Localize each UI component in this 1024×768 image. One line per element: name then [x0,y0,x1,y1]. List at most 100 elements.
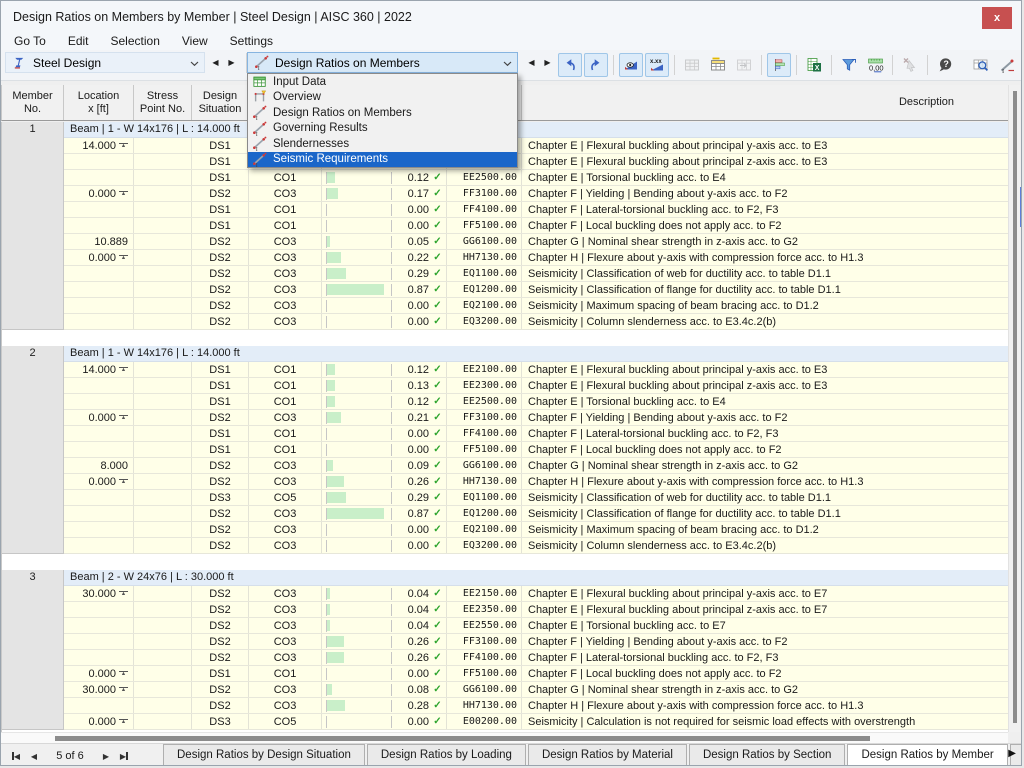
more-icon[interactable]: » [1021,53,1022,77]
dropdown-item-input-data[interactable]: Input Data [248,74,517,90]
delete-cursor-icon[interactable] [898,53,922,77]
member-number-cell[interactable]: 2 [2,346,64,554]
table-row[interactable]: DS1CO10.00✓FF5100.00Chapter F | Local bu… [64,218,1008,234]
cell-design-situation: DS1 [192,442,249,457]
table-row[interactable]: DS1CO10.00✓FF4100.00Chapter F | Lateral-… [64,426,1008,442]
table-row[interactable]: 30.000▲DS2CO30.08✓GG6100.00Chapter G | N… [64,682,1008,698]
table-row[interactable]: DS2CO30.87✓EQ1200.00Seismicity | Classif… [64,282,1008,298]
table-row[interactable]: DS1Chapter E | Flexural buckling about p… [64,154,1008,170]
ratio-value: 0.21 [392,412,429,424]
table-row[interactable]: DS2CO30.29✓EQ1100.00Seismicity | Classif… [64,266,1008,282]
module-prev-button[interactable]: ◀ [208,52,223,73]
svg-text:I: I [256,116,258,120]
result-diagram-icon[interactable] [767,53,791,77]
group-header-row[interactable]: Beam | 2 - W 24x76 | L : 30.000 ft [64,570,1008,586]
tab-design-ratios-by-loading[interactable]: Design Ratios by Loading [367,744,526,766]
table-row[interactable]: DS3CO50.29✓EQ1100.00Seismicity | Classif… [64,490,1008,506]
next-page-button[interactable]: ▶ [97,747,115,765]
tab-design-ratios-by-section[interactable]: Design Ratios by Section [689,744,845,766]
table-row[interactable]: 0.000▲DS2CO30.26✓HH7130.00Chapter H | Fl… [64,474,1008,490]
table-rows-icon[interactable] [706,53,730,77]
redo-icon[interactable] [584,53,608,77]
ratio-bar-track [326,380,392,392]
table-row[interactable]: 8.000DS2CO30.09✓GG6100.00Chapter G | Nom… [64,458,1008,474]
table-row[interactable]: DS2CO30.87✓EQ1200.00Seismicity | Classif… [64,506,1008,522]
view-results-icon[interactable] [619,53,643,77]
tab-design-ratios-by-member[interactable]: Design Ratios by Member [847,744,1007,766]
dropdown-item-seismic-requirements[interactable]: ISeismic Requirements [248,152,517,168]
table-row[interactable]: 30.000▲DS2CO30.04✓EE2150.00Chapter E | F… [64,586,1008,602]
table-row[interactable]: DS2CO30.04✓EE2550.00Chapter E | Torsiona… [64,618,1008,634]
module-next-button[interactable]: ▶ [224,52,239,73]
table-row[interactable]: 14.000▲DS1Chapter E | Flexural buckling … [64,138,1008,154]
extreme-marker-icon: ▲ [119,143,128,149]
table-row[interactable]: DS2CO30.28✓HH7130.00Chapter H | Flexure … [64,698,1008,714]
tab-design-ratios-by-material[interactable]: Design Ratios by Material [528,744,687,766]
horizontal-scrollbar[interactable] [1,732,1008,743]
table-row[interactable]: DS1CO10.12✓EE2500.00Chapter E | Torsiona… [64,170,1008,186]
decimal-places-icon[interactable]: 0,00 [863,53,887,77]
table-row[interactable]: DS2CO30.26✓FF3100.00Chapter F | Yielding… [64,634,1008,650]
tab-scroll-right-icon[interactable]: ▶ [1008,748,1016,759]
member-number-cell[interactable]: 1 [2,122,64,330]
horizontal-scrollbar-thumb[interactable] [55,736,870,741]
member-check-icon[interactable]: I [995,53,1019,77]
menu-item-go-to[interactable]: Go To [3,33,57,50]
dropdown-item-slendernesses[interactable]: ISlendernesses [248,136,517,152]
help-icon[interactable]: ? [933,53,957,77]
module-select-combo[interactable]: Steel Design [5,52,205,73]
table-select-combo[interactable]: I Design Ratios on Members [247,52,518,73]
cell-description: Chapter F | Lateral-torsional buckling a… [522,650,1008,665]
cell-location [64,394,134,409]
show-values-icon[interactable]: x.xx [645,53,669,77]
table-row[interactable]: 14.000▲DS1CO10.12✓EE2100.00Chapter E | F… [64,362,1008,378]
table-row[interactable]: DS2CO30.00✓EQ2100.00Seismicity | Maximum… [64,298,1008,314]
group-header-row[interactable]: Beam | 1 - W 14x176 | L : 14.000 ft [64,122,1008,138]
table-row[interactable]: DS2CO30.00✓EQ2100.00Seismicity | Maximum… [64,522,1008,538]
table-prev-button[interactable]: ◀ [524,52,539,73]
menu-item-selection[interactable]: Selection [100,33,171,50]
vertical-scrollbar[interactable] [1008,85,1020,732]
table-row[interactable]: 0.000▲DS1CO10.00✓FF5100.00Chapter F | Lo… [64,666,1008,682]
cell-check-formula: HH7130.00 [447,474,522,489]
search-table-icon[interactable] [969,53,993,77]
cell-description: Seismicity | Classification of web for d… [522,490,1008,505]
table-row[interactable]: 0.000▲DS2CO30.22✓HH7130.00Chapter H | Fl… [64,250,1008,266]
first-page-button[interactable]: ◀ [7,747,25,765]
table-row[interactable]: 0.000▲DS2CO30.17✓FF3100.00Chapter F | Yi… [64,186,1008,202]
prev-page-button[interactable]: ◀ [25,747,43,765]
table-row[interactable]: DS2CO30.04✓EE2350.00Chapter E | Flexural… [64,602,1008,618]
table-row[interactable]: DS1CO10.00✓FF4100.00Chapter F | Lateral-… [64,202,1008,218]
table-row[interactable]: DS2CO30.00✓EQ3200.00Seismicity | Column … [64,314,1008,330]
excel-export-icon[interactable]: X [802,53,826,77]
table-row[interactable]: DS1CO10.00✓FF5100.00Chapter F | Local bu… [64,442,1008,458]
dropdown-item-overview[interactable]: Overview [248,90,517,106]
filter-icon[interactable] [837,53,861,77]
table-row[interactable]: DS2CO30.00✓EQ3200.00Seismicity | Column … [64,538,1008,554]
dropdown-item-governing-results[interactable]: IGoverning Results [248,121,517,137]
last-page-button[interactable]: ▶ [115,747,133,765]
table-export-icon[interactable] [732,53,756,77]
ratio-value: 0.12 [392,172,429,184]
undo-icon[interactable] [558,53,582,77]
menu-item-view[interactable]: View [171,33,219,50]
table-row[interactable]: DS1CO10.12✓EE2500.00Chapter E | Torsiona… [64,394,1008,410]
close-button[interactable]: x [982,7,1012,29]
table-next-button[interactable]: ▶ [540,52,555,73]
ratio-value: 0.00 [392,204,429,216]
table-row[interactable]: DS1CO10.13✓EE2300.00Chapter E | Flexural… [64,378,1008,394]
tab-design-ratios-by-design-situation[interactable]: Design Ratios by Design Situation [163,744,365,766]
table-row[interactable]: 10.889DS2CO30.05✓GG6100.00Chapter G | No… [64,234,1008,250]
table-row[interactable]: 0.000▲DS3CO50.00✓E00200.00Seismicity | C… [64,714,1008,730]
group-header-row[interactable]: Beam | 1 - W 14x176 | L : 14.000 ft [64,346,1008,362]
member-number-cell[interactable]: 3 [2,570,64,730]
cell-location: 0.000▲ [64,250,134,265]
table-row[interactable]: DS2CO30.26✓FF4100.00Chapter F | Lateral-… [64,650,1008,666]
table-row[interactable]: 0.000▲DS2CO30.21✓FF3100.00Chapter F | Yi… [64,410,1008,426]
table-plain-icon[interactable] [680,53,704,77]
dropdown-item-design-ratios-on-members[interactable]: IDesign Ratios on Members [248,105,517,121]
menu-item-settings[interactable]: Settings [219,33,284,50]
menu-item-edit[interactable]: Edit [57,33,100,50]
vertical-scrollbar-thumb[interactable] [1013,91,1017,723]
table-tabs: Design Ratios by Design SituationDesign … [163,744,1022,766]
